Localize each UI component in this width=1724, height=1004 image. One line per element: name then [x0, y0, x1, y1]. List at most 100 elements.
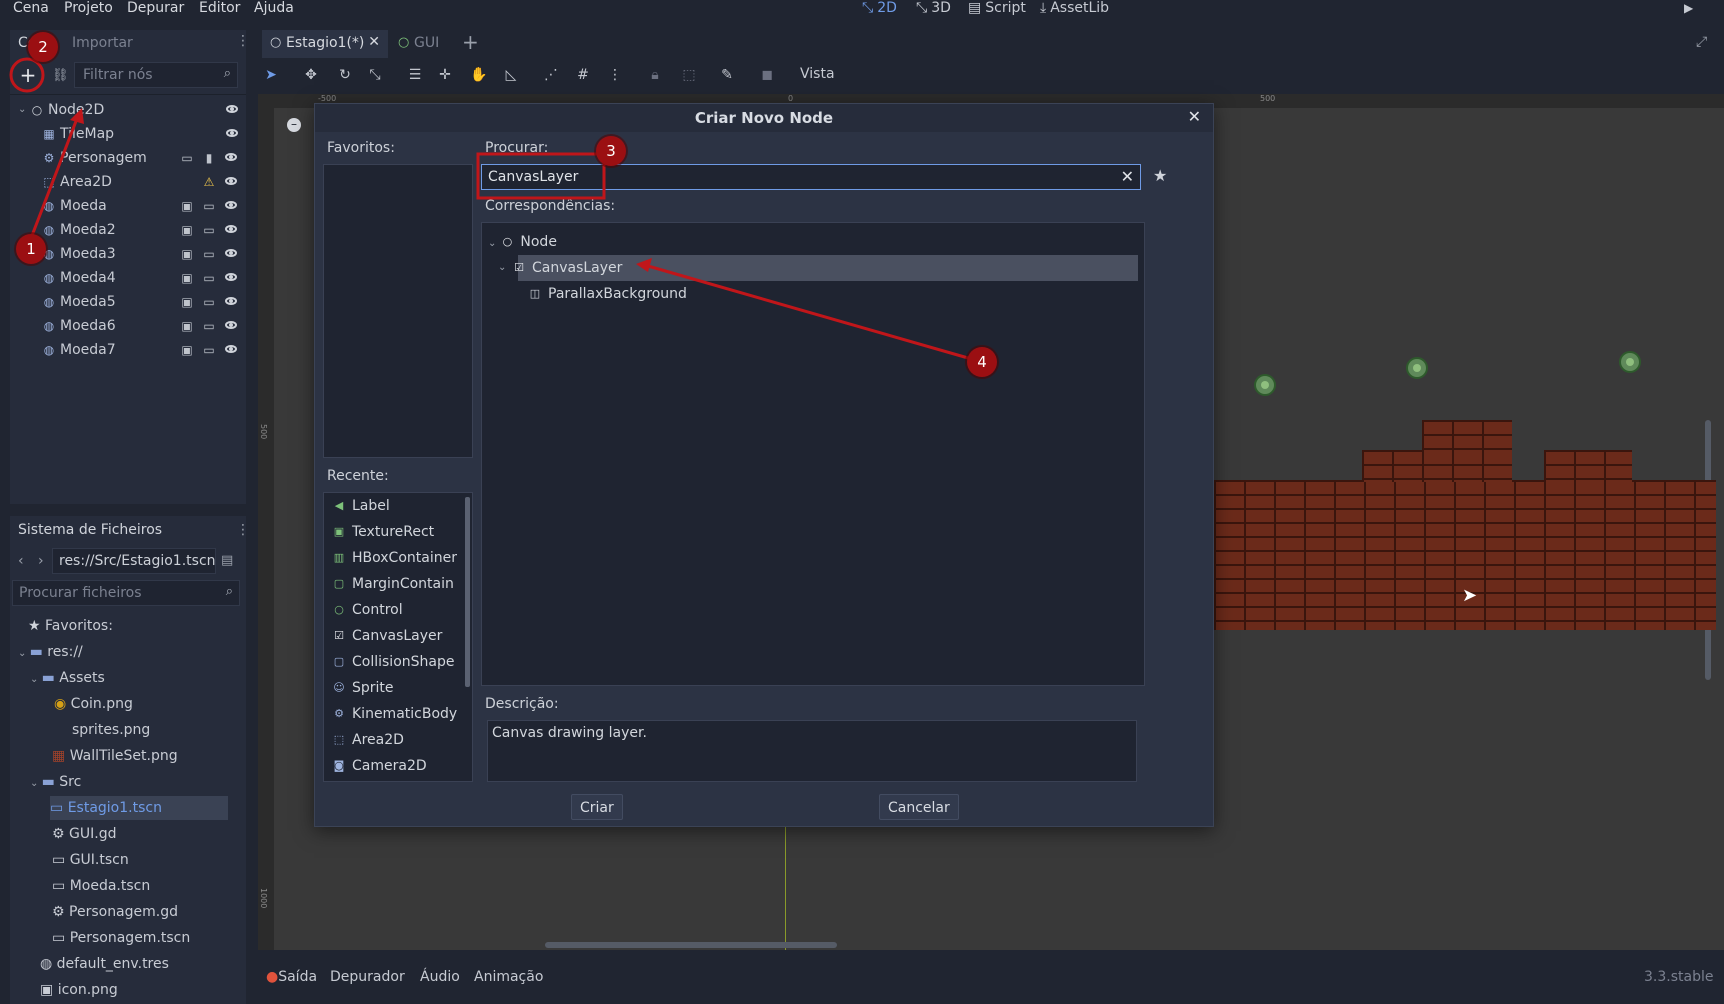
dock-menu-icon[interactable]: ⋮: [236, 522, 250, 538]
split-view-icon[interactable]: ▤: [221, 553, 233, 568]
favorite-star-icon[interactable]: ★: [1153, 166, 1167, 185]
back-arrow-icon[interactable]: ‹: [18, 553, 24, 569]
instance-icon[interactable]: ▣: [180, 247, 194, 261]
fs-file[interactable]: ▦ WallTileSet.png: [52, 744, 178, 768]
match-node[interactable]: ⌄ ○ Node: [482, 229, 1144, 255]
create-button[interactable]: Criar: [571, 794, 623, 820]
favorites-list[interactable]: [323, 164, 473, 458]
recent-item[interactable]: ◀ Label: [324, 493, 390, 519]
visibility-icon[interactable]: [225, 153, 237, 161]
recent-item[interactable]: ○ Control: [324, 597, 402, 623]
camera-override-icon[interactable]: ◼: [758, 66, 776, 84]
matches-tree[interactable]: ⌄ ○ Node ⌄ ☑ CanvasLayer ◫ ParallaxBackground: [481, 222, 1145, 686]
instance-link-icon[interactable]: ⛓: [52, 68, 69, 83]
warning-icon[interactable]: ⚠: [202, 175, 216, 189]
forward-arrow-icon[interactable]: ›: [38, 553, 44, 569]
instance-icon[interactable]: ▣: [180, 271, 194, 285]
lock-icon[interactable]: 🔒︎: [646, 66, 664, 84]
fs-file-selected[interactable]: ▭ Estagio1.tscn: [50, 796, 228, 820]
distraction-free-icon[interactable]: ⤢: [1696, 34, 1707, 50]
close-icon[interactable]: ✕: [1188, 107, 1201, 126]
menu-cena[interactable]: Cena: [13, 0, 49, 17]
bone-icon[interactable]: ✎: [718, 66, 736, 84]
tree-row-personagem[interactable]: ⚙ Personagem ▭ ▮: [10, 146, 246, 170]
menu-projeto[interactable]: Projeto: [64, 0, 113, 17]
recent-item[interactable]: ▣ TextureRect: [324, 519, 434, 545]
cancel-button[interactable]: Cancelar: [879, 794, 959, 820]
mode-script-button[interactable]: ▤ Script: [968, 0, 1026, 17]
tree-row-moeda7[interactable]: ◍ Moeda7 ▣ ▭: [10, 338, 246, 362]
script-attached-icon[interactable]: ▮: [202, 151, 216, 165]
visibility-icon[interactable]: [225, 249, 237, 257]
tab-estagio1[interactable]: ○ Estagio1(*) ✕: [262, 30, 388, 58]
recent-item[interactable]: ▥ HBoxContainer: [324, 545, 457, 571]
visibility-icon[interactable]: [225, 177, 237, 185]
fs-assets-folder[interactable]: ⌄ ▬ Assets: [30, 666, 105, 690]
ruler-tool-icon[interactable]: ◺: [502, 66, 520, 84]
visibility-icon[interactable]: [225, 345, 237, 353]
tree-row-area2d[interactable]: ⬚ Area2D ⚠: [10, 170, 246, 194]
visibility-icon[interactable]: [225, 201, 237, 209]
fs-src-folder[interactable]: ⌄ ▬ Src: [30, 770, 81, 794]
path-field[interactable]: res://Src/Estagio1.tscn: [52, 548, 216, 574]
tree-row-moeda6[interactable]: ◍ Moeda6 ▣ ▭: [10, 314, 246, 338]
clear-search-icon[interactable]: ✕: [1121, 167, 1134, 186]
fs-file[interactable]: ⚙ Personagem.gd: [52, 900, 178, 924]
visibility-icon[interactable]: [225, 297, 237, 305]
clapper-icon[interactable]: ▭: [180, 151, 194, 165]
instance-icon[interactable]: ▣: [180, 343, 194, 357]
recent-scrollbar[interactable]: [465, 497, 470, 687]
instance-icon[interactable]: ▣: [180, 199, 194, 213]
smart-snap-icon[interactable]: ⋰: [542, 66, 560, 84]
fs-file[interactable]: ◍ default_env.tres: [40, 952, 169, 976]
tree-row-moeda2[interactable]: ◍ Moeda2 ▣ ▭: [10, 218, 246, 242]
horizontal-scrollbar[interactable]: [545, 942, 837, 948]
collapse-arrow-icon[interactable]: ⌄: [18, 98, 26, 122]
visibility-icon[interactable]: [225, 273, 237, 281]
clapper-icon[interactable]: ▭: [202, 223, 216, 237]
recent-item[interactable]: ⬚ Area2D: [324, 727, 404, 753]
visibility-icon[interactable]: [225, 321, 237, 329]
tree-row-moeda5[interactable]: ◍ Moeda5 ▣ ▭: [10, 290, 246, 314]
tab-importar[interactable]: Importar: [72, 35, 133, 51]
node-search-input[interactable]: CanvasLayer ✕: [481, 164, 1141, 190]
grid-snap-icon[interactable]: #: [574, 66, 592, 84]
search-files-input[interactable]: Procurar ficheiros ⌕: [12, 580, 240, 606]
mode-assetlib-button[interactable]: ⤓ AssetLib: [1040, 0, 1109, 17]
menu-ajuda[interactable]: Ajuda: [254, 0, 294, 17]
visibility-icon[interactable]: [226, 129, 238, 137]
group-icon[interactable]: ⬚: [680, 66, 698, 84]
vista-menu[interactable]: Vista: [800, 66, 835, 82]
fs-root[interactable]: ⌄ ▬ res://: [18, 640, 83, 664]
clapper-icon[interactable]: ▭: [202, 247, 216, 261]
recent-item[interactable]: ☺ Sprite: [324, 675, 393, 701]
tree-row-moeda4[interactable]: ◍ Moeda4 ▣ ▭: [10, 266, 246, 290]
fs-file[interactable]: ▭ GUI.tscn: [52, 848, 129, 872]
recent-item[interactable]: ☑ CanvasLayer: [324, 623, 442, 649]
instance-icon[interactable]: ▣: [180, 319, 194, 333]
mode-2d-button[interactable]: ⤡ 2D: [862, 0, 897, 17]
instance-icon[interactable]: ▣: [180, 295, 194, 309]
fs-file[interactable]: ▭ Moeda.tscn: [52, 874, 150, 898]
add-node-icon[interactable]: +: [16, 64, 40, 88]
recent-item[interactable]: ▢ CollisionShape: [324, 649, 455, 675]
pan-tool-icon[interactable]: ✋: [470, 66, 488, 84]
scale-tool-icon[interactable]: ⤡: [366, 66, 384, 84]
rotate-tool-icon[interactable]: ↻: [336, 66, 354, 84]
tab-audio[interactable]: Áudio: [420, 969, 460, 985]
collapse-arrow-icon[interactable]: ⌄: [488, 238, 496, 249]
recent-list[interactable]: ◀ Label ▣ TextureRect ▥ HBoxContainer ▢ Marg…: [323, 492, 473, 782]
fs-file[interactable]: sprites.png: [72, 718, 150, 742]
instance-icon[interactable]: ▣: [180, 223, 194, 237]
tab-depurador[interactable]: Depurador: [330, 969, 405, 985]
fs-file[interactable]: ▭ Personagem.tscn: [52, 926, 190, 950]
tree-row-tilemap[interactable]: ▦ TileMap: [10, 122, 246, 146]
menu-editor[interactable]: Editor: [199, 0, 240, 17]
list-select-icon[interactable]: ☰: [406, 66, 424, 84]
visibility-icon[interactable]: [226, 105, 238, 113]
clapper-icon[interactable]: ▭: [202, 199, 216, 213]
fs-file[interactable]: ⚙ GUI.gd: [52, 822, 116, 846]
clapper-icon[interactable]: ▭: [202, 271, 216, 285]
new-tab-icon[interactable]: +: [462, 30, 479, 54]
pivot-icon[interactable]: ✛: [436, 66, 454, 84]
